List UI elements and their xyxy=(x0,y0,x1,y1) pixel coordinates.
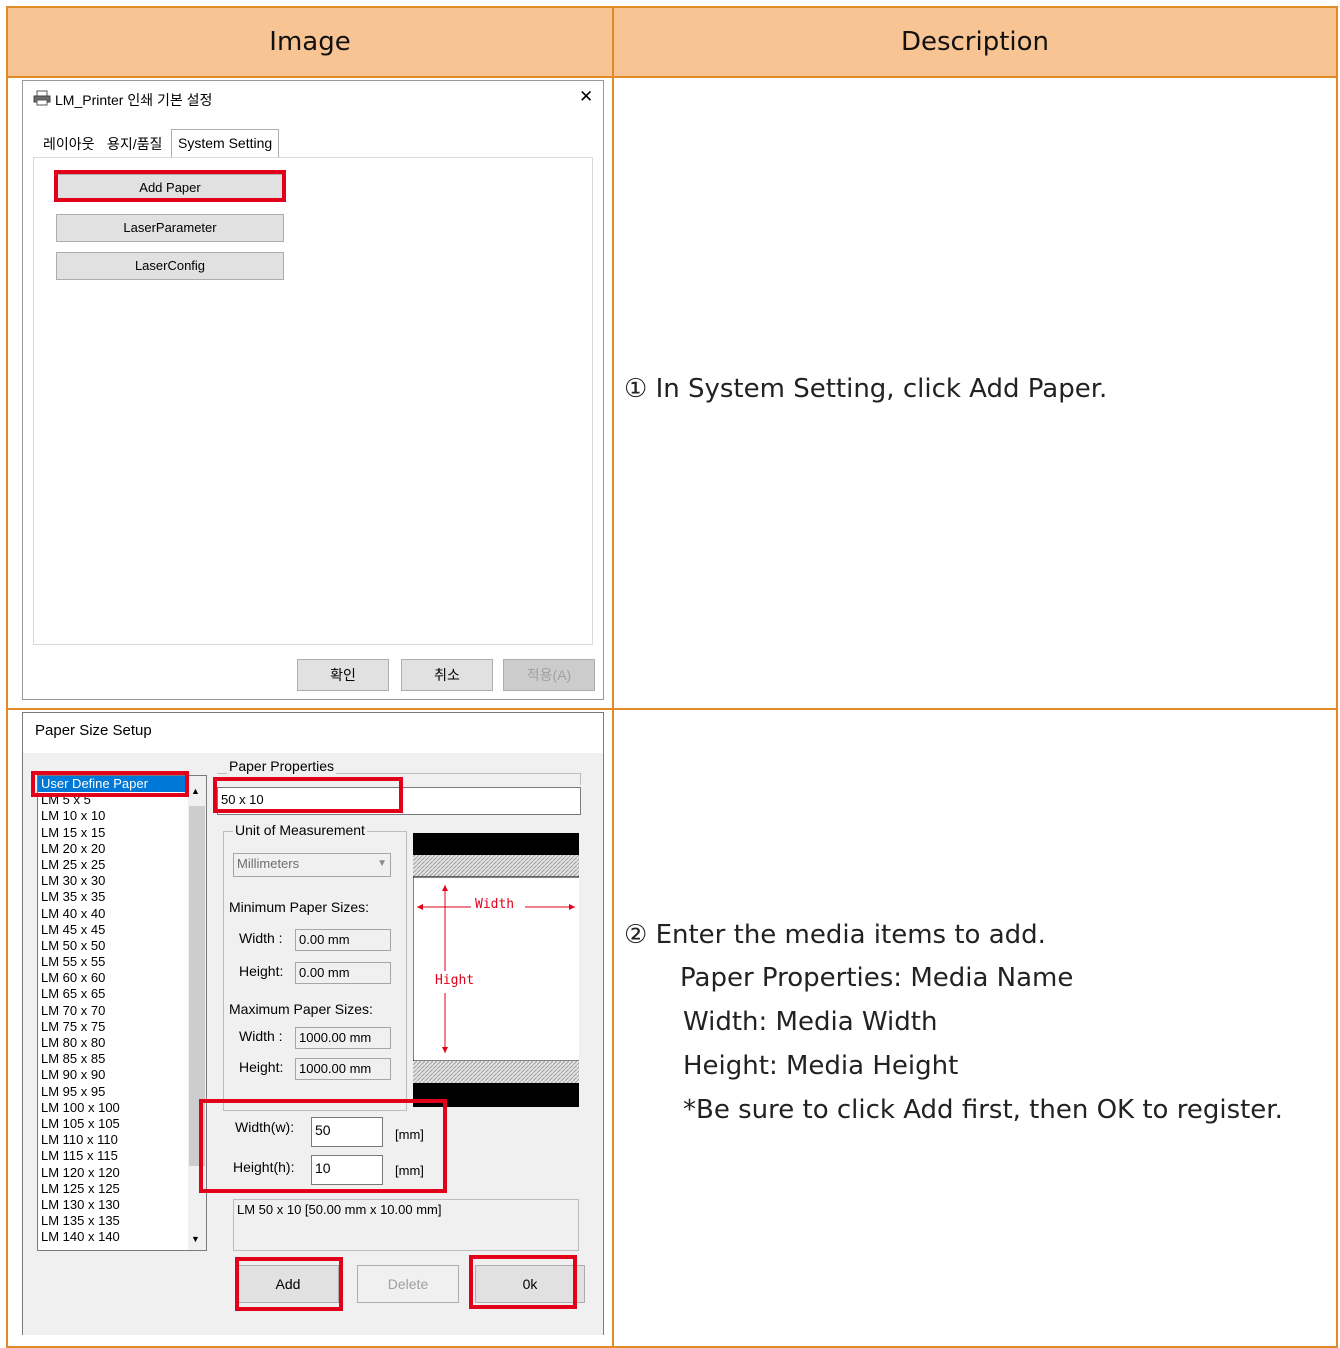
tab-paper-quality[interactable]: 용지/품질 xyxy=(101,131,168,157)
paper-list-item[interactable]: LM 80 x 80 xyxy=(38,1035,206,1051)
max-width-field: 1000.00 mm xyxy=(295,1027,391,1049)
width-unit: [mm] xyxy=(395,1127,424,1142)
paper-name-input[interactable]: 50 x 10 xyxy=(217,787,581,815)
paper-list-item[interactable]: LM 95 x 95 xyxy=(38,1084,206,1100)
header-description-label: Description xyxy=(900,27,1050,57)
apply-button[interactable]: 적용(A) xyxy=(503,659,595,691)
step2-line-note: *Be sure to click Add first, then OK to … xyxy=(683,1095,1283,1125)
tab-layout[interactable]: 레이아웃 xyxy=(37,131,101,157)
paper-list-item[interactable]: LM 110 x 110 xyxy=(38,1132,206,1148)
max-sizes-title: Maximum Paper Sizes: xyxy=(229,1001,373,1017)
min-sizes-title: Minimum Paper Sizes: xyxy=(229,899,370,915)
ok-button[interactable]: 확인 xyxy=(297,659,389,691)
tab-system-setting[interactable]: System Setting xyxy=(171,129,280,159)
max-height-field: 1000.00 mm xyxy=(295,1058,391,1080)
printer-icon xyxy=(33,90,51,111)
scroll-thumb[interactable] xyxy=(189,806,205,1166)
paper-list-scrollbar[interactable]: ▲ ▼ xyxy=(188,776,206,1250)
width-input[interactable]: 50 xyxy=(311,1117,383,1147)
paper-list-item[interactable]: LM 135 x 135 xyxy=(38,1213,206,1229)
paper-list-item[interactable]: LM 65 x 65 xyxy=(38,986,206,1002)
header-description: Description xyxy=(612,6,1338,78)
cancel-button[interactable]: 취소 xyxy=(401,659,493,691)
ok-button[interactable]: 0k xyxy=(475,1265,585,1303)
height-unit: [mm] xyxy=(395,1163,424,1178)
paper-list-item[interactable]: LM 70 x 70 xyxy=(38,1003,206,1019)
paper-list-item[interactable]: LM 35 x 35 xyxy=(38,889,206,905)
step2-text: ② Enter the media items to add. xyxy=(624,920,1046,950)
header-image: Image xyxy=(6,6,614,78)
paper-list-item[interactable]: LM 120 x 120 xyxy=(38,1165,206,1181)
paper-list-item[interactable]: LM 5 x 5 xyxy=(38,792,206,808)
printer-preferences-window: LM_Printer 인쇄 기본 설정 ✕ 레이아웃 용지/품질 System … xyxy=(22,80,604,700)
tab-strip: 레이아웃 용지/품질 System Setting xyxy=(33,129,593,159)
min-height-field: 0.00 mm xyxy=(295,962,391,984)
paper-properties-group xyxy=(217,773,581,785)
height-h-label: Height(h): xyxy=(233,1159,295,1175)
min-height-label: Height: xyxy=(239,963,284,979)
paper-list-items: User Define Paper LM 5 x 5 LM 10 x 10 LM 15… xyxy=(38,776,206,1245)
paper-list-item[interactable]: LM 85 x 85 xyxy=(38,1051,206,1067)
paper-list-item[interactable]: LM 60 x 60 xyxy=(38,970,206,986)
add-button[interactable]: Add xyxy=(237,1265,339,1303)
scroll-up-icon[interactable]: ▲ xyxy=(191,786,200,796)
paper-list-item[interactable]: LM 125 x 125 xyxy=(38,1181,206,1197)
paper-list-item[interactable]: LM 10 x 10 xyxy=(38,808,206,824)
paper-list-item[interactable]: LM 75 x 75 xyxy=(38,1019,206,1035)
paper-list-item[interactable]: User Define Paper xyxy=(38,776,206,793)
header-image-label: Image xyxy=(269,27,351,57)
max-width-label: Width : xyxy=(239,1028,283,1044)
paper-list-item[interactable]: LM 20 x 20 xyxy=(38,841,206,857)
laser-parameter-button[interactable]: LaserParameter xyxy=(56,214,284,242)
min-width-field: 0.00 mm xyxy=(295,929,391,951)
paper-list-item[interactable]: LM 30 x 30 xyxy=(38,873,206,889)
step2-line-height: Height: Media Height xyxy=(683,1051,959,1081)
paper-list-item[interactable]: LM 100 x 100 xyxy=(38,1100,206,1116)
paper-size-diagram: Width Hight xyxy=(412,833,579,1107)
paper-list-item[interactable]: LM 90 x 90 xyxy=(38,1067,206,1083)
scroll-down-icon[interactable]: ▼ xyxy=(191,1234,200,1244)
paper-list-item[interactable]: LM 130 x 130 xyxy=(38,1197,206,1213)
paper-list-item[interactable]: LM 50 x 50 xyxy=(38,938,206,954)
min-width-label: Width : xyxy=(239,930,283,946)
step2-line-width: Width: Media Width xyxy=(683,1007,938,1037)
add-paper-button[interactable]: Add Paper xyxy=(56,174,284,202)
paper-list-item[interactable]: LM 40 x 40 xyxy=(38,906,206,922)
step1-text: ① In System Setting, click Add Paper. xyxy=(624,374,1108,404)
paper-list[interactable]: User Define Paper LM 5 x 5 LM 10 x 10 LM 15… xyxy=(37,775,207,1251)
chevron-down-icon: ▼ xyxy=(377,858,387,869)
paper-list-item[interactable]: LM 45 x 45 xyxy=(38,922,206,938)
system-setting-panel: Add Paper LaserParameter LaserConfig xyxy=(33,157,593,645)
paper-summary: LM 50 x 10 [50.00 mm x 10.00 mm] xyxy=(233,1199,579,1251)
window-title: Paper Size Setup xyxy=(35,722,152,739)
paper-list-item[interactable]: LM 25 x 25 xyxy=(38,857,206,873)
unit-select: Millimeters ▼ xyxy=(233,853,391,877)
paper-list-item[interactable]: LM 105 x 105 xyxy=(38,1116,206,1132)
paper-list-item[interactable]: LM 115 x 115 xyxy=(38,1148,206,1164)
height-input[interactable]: 10 xyxy=(311,1155,383,1185)
diagram-width-label: Width xyxy=(475,897,515,912)
unit-title: Unit of Measurement xyxy=(233,822,367,838)
paper-list-item[interactable]: LM 55 x 55 xyxy=(38,954,206,970)
max-height-label: Height: xyxy=(239,1059,284,1075)
window-title: LM_Printer 인쇄 기본 설정 xyxy=(55,92,213,108)
unit-select-value: Millimeters xyxy=(237,856,300,871)
delete-button[interactable]: Delete xyxy=(357,1265,459,1303)
diagram-height-label: Hight xyxy=(435,973,475,988)
step2-line-paper-properties: Paper Properties: Media Name xyxy=(680,963,1074,993)
paper-list-item[interactable]: LM 140 x 140 xyxy=(38,1229,206,1245)
width-w-label: Width(w): xyxy=(235,1119,295,1135)
paper-properties-title: Paper Properties xyxy=(227,758,337,774)
paper-size-setup-window: Paper Size Setup User Define Paper LM 5 x… xyxy=(22,712,604,1335)
paper-list-item[interactable]: LM 15 x 15 xyxy=(38,825,206,841)
laser-config-button[interactable]: LaserConfig xyxy=(56,252,284,280)
close-icon[interactable]: ✕ xyxy=(579,87,593,107)
